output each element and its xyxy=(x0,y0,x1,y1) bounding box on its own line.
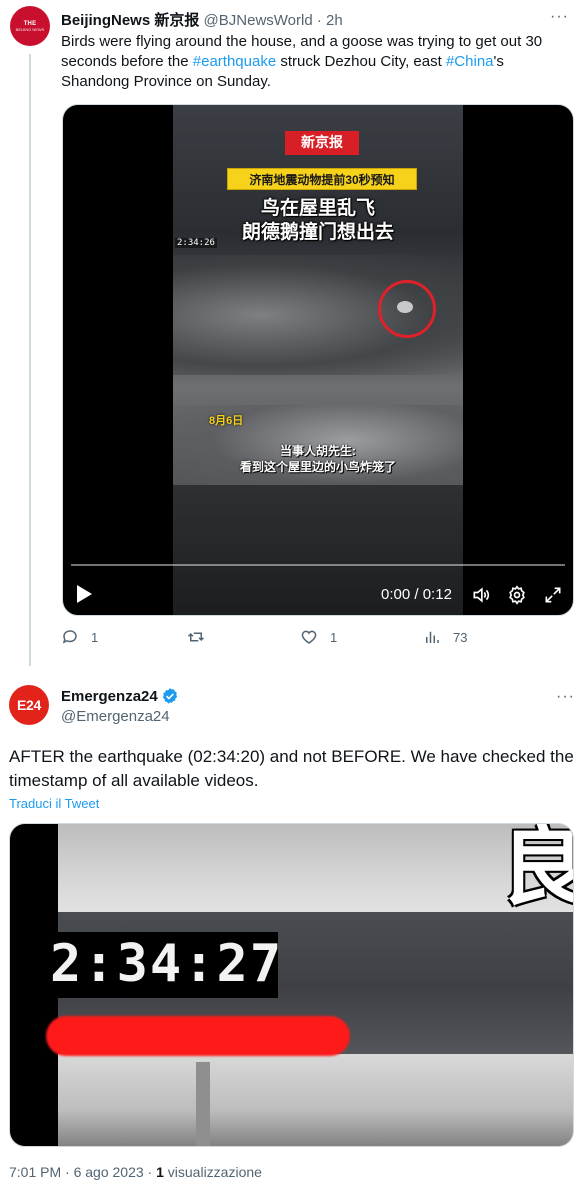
video-subtitle: 当事人胡先生: 看到这个屋里边的小鸟炸笼了 xyxy=(193,443,443,475)
image-character: 良 xyxy=(500,824,573,910)
display-name[interactable]: Emergenza24 xyxy=(61,688,158,705)
display-name-row: Emergenza24 xyxy=(61,687,179,705)
reply-count: 1 xyxy=(91,629,99,645)
video-frame: 新京报 济南地震动物提前30秒预知 鸟在屋里乱飞 朗德鹅撞门想出去 2:34:2… xyxy=(173,105,463,615)
handle[interactable]: @BJNewsWorld xyxy=(204,12,313,29)
views-label: visualizzazione xyxy=(163,1164,262,1180)
views-button[interactable]: 73 xyxy=(423,628,467,646)
thread-line xyxy=(29,54,31,666)
avatar[interactable]: E24 xyxy=(9,685,49,725)
avatar-text-line2: BEIJING NEWS xyxy=(15,26,45,32)
video-player[interactable]: 新京报 济南地震动物提前30秒预知 鸟在屋里乱飞 朗德鹅撞门想出去 2:34:2… xyxy=(62,104,574,616)
video-logo: 新京报 xyxy=(285,131,359,155)
video-duration: 0:12 xyxy=(422,586,452,603)
image-scene xyxy=(58,1054,573,1146)
video-time: 0:00 / 0:12 xyxy=(381,586,452,603)
tweet-timestamp[interactable]: 7:01 PM · 6 ago 2023 · xyxy=(9,1164,156,1180)
bird-glow xyxy=(397,301,413,313)
hashtag-earthquake[interactable]: #earthquake xyxy=(193,53,276,70)
hashtag-china[interactable]: #China xyxy=(446,53,494,70)
display-name[interactable]: BeijingNews 新京报 xyxy=(61,12,199,29)
tweet-text: Birds were flying around the house, and … xyxy=(61,32,571,92)
video-banner: 济南地震动物提前30秒预知 xyxy=(227,168,417,190)
analytics-icon xyxy=(426,631,439,643)
like-button[interactable]: 1 xyxy=(300,628,337,646)
tweet-text-part: struck Dezhou City, east xyxy=(276,53,446,70)
play-icon[interactable] xyxy=(77,585,92,603)
heart-icon xyxy=(301,630,317,644)
image-scene xyxy=(196,1062,210,1146)
avatar[interactable]: THE BEIJING NEWS xyxy=(10,6,50,46)
image-timestamp: 2:34:27 xyxy=(50,934,284,994)
video-progress-bar[interactable] xyxy=(71,564,565,566)
reply-button[interactable]: 1 xyxy=(61,628,98,646)
video-date: 8月6日 xyxy=(209,415,244,427)
video-caption: 鸟在屋里乱飞 朗德鹅撞门想出去 xyxy=(193,197,443,245)
handle[interactable]: @Emergenza24 xyxy=(61,708,170,725)
tweet-meta: 7:01 PM · 6 ago 2023 · 1 visualizzazione xyxy=(9,1164,262,1180)
highlight-circle xyxy=(378,280,436,338)
video-caption-line: 朗德鹅撞门想出去 xyxy=(241,222,394,243)
tweet-image[interactable]: 2:34:27 良 xyxy=(9,823,574,1147)
verified-badge-icon[interactable] xyxy=(161,687,179,705)
tweet-text: AFTER the earthquake (02:34:20) and not … xyxy=(9,747,574,790)
views-count: 73 xyxy=(453,629,468,645)
separator: · xyxy=(316,12,322,29)
tweet-time[interactable]: 2h xyxy=(326,12,343,29)
video-subtitle-line: 看到这个屋里边的小鸟炸笼了 xyxy=(239,460,396,474)
more-horizontal-icon[interactable]: ··· xyxy=(556,688,575,706)
retweet-icon xyxy=(187,632,205,642)
reply-icon xyxy=(62,630,77,644)
video-current-time: 0:00 xyxy=(381,586,411,603)
avatar-text-line1: THE xyxy=(23,20,37,27)
tweet-actions: 1 1 73 xyxy=(61,628,581,648)
more-horizontal-icon[interactable]: ··· xyxy=(550,8,569,26)
fullscreen-icon[interactable] xyxy=(543,585,563,605)
volume-icon[interactable] xyxy=(471,585,491,605)
settings-gear-icon[interactable] xyxy=(507,585,527,605)
views-count: 1 xyxy=(156,1164,164,1180)
video-caption-line: 鸟在屋里乱飞 xyxy=(260,198,375,219)
tweet-header: BeijingNews 新京报 @BJNewsWorld · 2h xyxy=(61,9,343,30)
like-count: 1 xyxy=(330,629,338,645)
video-timestamp: 2:34:26 xyxy=(175,238,217,248)
video-subtitle-line: 当事人胡先生: xyxy=(280,444,356,458)
retweet-button[interactable] xyxy=(187,628,217,646)
red-marker xyxy=(46,1016,350,1056)
translate-link[interactable]: Traduci il Tweet xyxy=(9,796,99,811)
